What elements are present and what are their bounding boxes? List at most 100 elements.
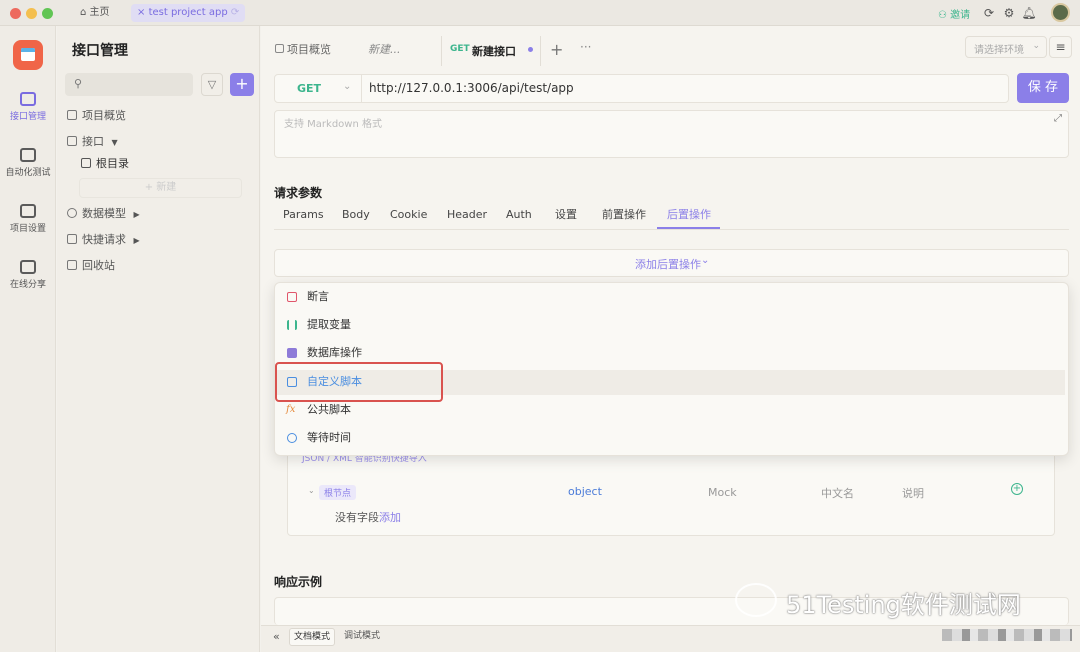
tab-overview[interactable]: 项目概览: [275, 40, 331, 60]
menu-item-assertion[interactable]: 断言: [275, 283, 1065, 311]
rail-item-share[interactable]: 在线分享: [0, 260, 56, 290]
add-field-link[interactable]: 添加: [379, 509, 401, 525]
tab-header[interactable]: Header: [447, 205, 487, 225]
add-post-op-label: 添加后置操作: [635, 258, 701, 271]
method-select[interactable]: GET ⌄: [275, 75, 362, 102]
root-node-badge: 根节点: [319, 485, 357, 500]
rail-item-label: 在线分享: [9, 280, 46, 290]
new-item-button[interactable]: + 新建: [79, 178, 242, 198]
description-textarea[interactable]: 支持 Markdown 格式 ⤢: [274, 110, 1069, 158]
home-tab[interactable]: ⌂ 主页: [74, 4, 116, 22]
cn-name-field[interactable]: 中文名: [821, 485, 854, 501]
add-user-icon: ⚇: [938, 10, 947, 21]
tab-label: 新建...: [368, 43, 401, 56]
tabs-divider: [274, 229, 1069, 230]
api-icon: [20, 92, 36, 106]
menu-item-label: 数据库操作: [307, 346, 362, 359]
project-tab-label: test project app: [148, 7, 228, 18]
collapse-icon[interactable]: «: [273, 630, 280, 643]
description-field[interactable]: 说明: [902, 485, 924, 501]
sync-icon: ⟳: [230, 7, 240, 18]
invite-label: 邀请: [950, 10, 971, 21]
response-section-title: 响应示例: [274, 575, 323, 589]
refresh-icon[interactable]: ⟳: [981, 5, 997, 21]
highlight-box: [275, 362, 443, 402]
tab-body[interactable]: Body: [342, 205, 370, 225]
rail-item-api[interactable]: 接口管理: [0, 92, 56, 122]
tree-item-quick-requests[interactable]: 快捷请求 ▶: [67, 230, 140, 250]
url-input[interactable]: http://127.0.0.1:3006/api/test/app: [369, 81, 574, 95]
avatar[interactable]: [1051, 3, 1070, 22]
environment-placeholder: 请选择环境: [974, 45, 1024, 56]
bell-icon[interactable]: 🔔︎: [1021, 5, 1037, 21]
database-icon: [287, 348, 297, 358]
description-placeholder: 支持 Markdown 格式: [284, 119, 382, 130]
tab-post-ops[interactable]: 后置操作: [667, 205, 711, 225]
add-button[interactable]: +: [230, 73, 254, 96]
tab-new-interface[interactable]: GET 新建接口: [441, 36, 541, 66]
zoom-window-button[interactable]: [42, 8, 53, 19]
chevron-down-icon: ⌄: [701, 255, 710, 266]
filter-icon: ▽: [207, 78, 217, 91]
filter-button[interactable]: ▽: [201, 73, 223, 96]
method-label: GET: [297, 82, 322, 95]
rail-item-label: 接口管理: [9, 112, 46, 122]
save-button[interactable]: 保 存: [1017, 73, 1069, 103]
overview-icon: [67, 110, 77, 120]
watermark-text: 51Testing软件测试网: [786, 591, 1021, 619]
rail-item-settings[interactable]: 项目设置: [0, 204, 56, 234]
type-value[interactable]: object: [568, 485, 602, 498]
gear-icon[interactable]: ⚙: [1001, 5, 1017, 21]
search-input[interactable]: ⚲: [65, 73, 193, 96]
params-section-title: 请求参数: [274, 186, 323, 200]
debug-mode-button[interactable]: 调试模式: [340, 628, 384, 646]
app-rail: 接口管理 自动化测试 项目设置 在线分享: [0, 26, 56, 652]
menu-button[interactable]: ≡: [1049, 36, 1072, 58]
add-tab-button[interactable]: +: [550, 40, 563, 59]
home-icon: ⌂: [80, 7, 87, 18]
add-circle-icon[interactable]: +: [1011, 483, 1023, 495]
menu-item-wait-time[interactable]: 等待时间: [275, 424, 1065, 452]
tab-pre-ops[interactable]: 前置操作: [602, 205, 646, 225]
home-tab-label: 主页: [89, 7, 110, 18]
menu-item-label: 提取变量: [307, 318, 351, 331]
tab-settings[interactable]: 设置: [555, 205, 577, 225]
more-tabs-icon[interactable]: ···: [580, 40, 591, 54]
doc-mode-button[interactable]: 文档模式: [289, 628, 336, 646]
api-tree-panel: 接口管理 ⚲ ▽ + 项目概览 接口 ▼ 根目录 + 新建 数据模型 ▶ 快捷请…: [57, 26, 260, 652]
rail-item-automation[interactable]: 自动化测试: [0, 148, 56, 178]
tree-item-data-models[interactable]: 数据模型 ▶: [67, 204, 140, 224]
expand-icon[interactable]: ⤢: [1054, 113, 1062, 124]
plus-icon: +: [235, 74, 249, 93]
close-icon[interactable]: ×: [137, 7, 145, 18]
close-window-button[interactable]: [10, 8, 21, 19]
menu-item-label: 断言: [307, 290, 329, 303]
tab-method: GET: [450, 44, 470, 54]
menu-item-extract-variable[interactable]: 提取变量: [275, 311, 1065, 339]
tab-cookie[interactable]: Cookie: [390, 205, 427, 225]
mock-field[interactable]: Mock: [708, 486, 737, 499]
caret-down-icon[interactable]: ⌄: [308, 486, 315, 495]
wechat-icon: [735, 583, 777, 617]
tree-item-trash[interactable]: 回收站: [67, 256, 115, 276]
tree-item-interfaces[interactable]: 接口 ▼: [67, 132, 118, 152]
tree-item-root[interactable]: 根目录: [81, 154, 129, 174]
project-tab[interactable]: × test project app ⟳: [131, 4, 246, 22]
tree-item-label: 快捷请求: [82, 233, 126, 246]
environment-select[interactable]: 请选择环境 ⌄: [965, 36, 1047, 58]
caret-right-icon: ▶: [133, 210, 140, 219]
menu-item-label: 等待时间: [307, 431, 351, 444]
extract-variable-icon: [287, 320, 297, 330]
doc-mode-label: 文档模式: [294, 632, 331, 642]
tab-new-draft[interactable]: 新建...: [368, 40, 401, 60]
invite-button[interactable]: ⚇ 邀请: [938, 6, 970, 21]
tab-params[interactable]: Params: [283, 205, 324, 225]
unsaved-dot-icon: [528, 47, 533, 52]
tree-item-overview[interactable]: 项目概览: [67, 106, 126, 126]
tab-auth[interactable]: Auth: [506, 205, 532, 225]
minimize-window-button[interactable]: [26, 8, 37, 19]
assertion-icon: [287, 292, 297, 302]
new-item-label: + 新建: [144, 182, 177, 193]
chevron-down-icon: ⌄: [343, 81, 352, 92]
add-post-op-bar[interactable]: 添加后置操作 ⌄: [274, 249, 1069, 277]
